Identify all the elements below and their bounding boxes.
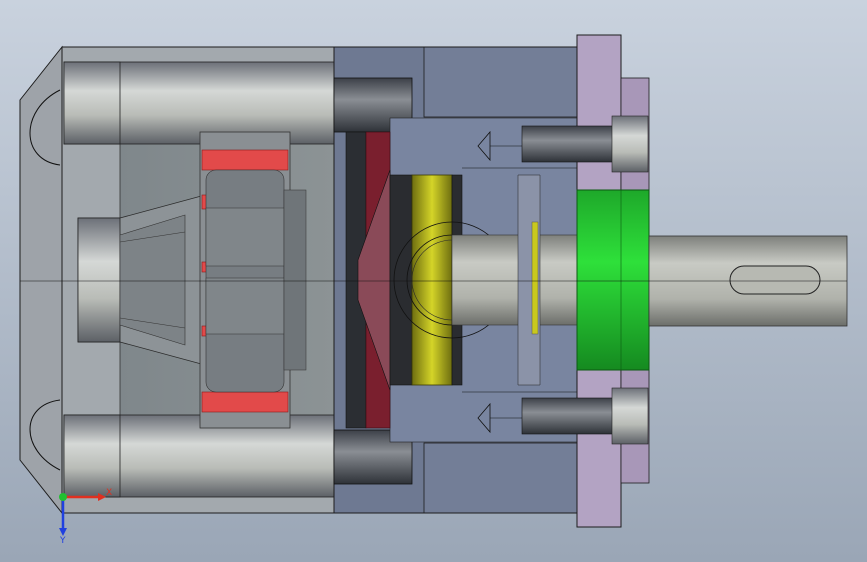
housing-left-end bbox=[19, 45, 63, 515]
seal-rings bbox=[345, 131, 391, 429]
y-axis-label: Y bbox=[59, 536, 66, 546]
planet-gear bbox=[199, 131, 307, 429]
red-gear-band bbox=[201, 149, 289, 171]
keyway-slot bbox=[729, 265, 821, 295]
upper-flange-bolt bbox=[521, 125, 618, 163]
gearbox-drawing: X Y bbox=[0, 0, 867, 562]
x-axis-label: X bbox=[106, 488, 112, 498]
input-cone bbox=[77, 194, 206, 366]
cad-viewport[interactable]: X Y bbox=[0, 0, 867, 562]
green-hub bbox=[576, 189, 650, 371]
triad-origin bbox=[59, 493, 67, 501]
yellow-bearing-race bbox=[411, 174, 453, 386]
lower-flange-bolt bbox=[521, 397, 618, 435]
